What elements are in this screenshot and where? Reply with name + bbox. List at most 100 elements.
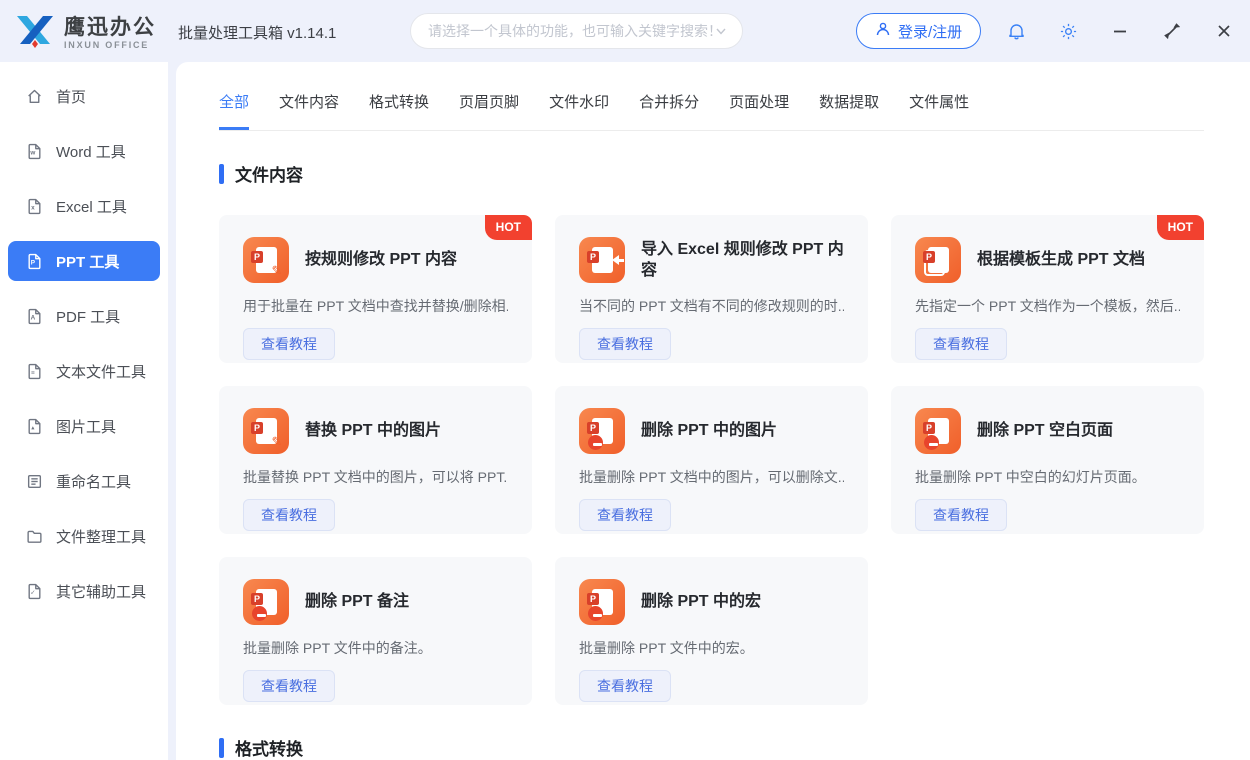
tab-8[interactable]: 文件属性: [909, 91, 969, 130]
tab-1[interactable]: 文件内容: [279, 91, 339, 130]
sidebar-item-label: 首页: [56, 86, 86, 107]
search-input[interactable]: [428, 23, 714, 39]
tool-card[interactable]: P✎替换 PPT 中的图片批量替换 PPT 文档中的图片，可以将 PPT...查…: [219, 386, 532, 534]
svg-text:A: A: [31, 314, 36, 321]
sidebar-item-ppt-doc[interactable]: PPPT 工具: [8, 241, 160, 281]
text-doc-icon: ≡: [26, 363, 43, 380]
svg-text:▴: ▴: [31, 424, 35, 431]
tool-card[interactable]: P 删除 PPT 空白页面批量删除 PPT 中空白的幻灯片页面。查看教程: [891, 386, 1204, 534]
sidebar-item-label: 其它辅助工具: [56, 581, 146, 602]
view-tutorial-button[interactable]: 查看教程: [579, 499, 671, 531]
sidebar-item-label: 文件整理工具: [56, 526, 146, 547]
settings-gear-icon[interactable]: [1056, 19, 1080, 43]
login-register-button[interactable]: 登录/注册: [856, 13, 981, 49]
image-doc-icon: ▴: [26, 418, 43, 435]
view-tutorial-button[interactable]: 查看教程: [915, 328, 1007, 360]
section-header: 格式转换: [219, 735, 1204, 760]
rename-icon: [26, 473, 43, 490]
folder-icon: [26, 528, 43, 545]
app-logo: 鹰迅办公 INXUN OFFICE: [14, 13, 156, 54]
excel-import-icon: P: [579, 237, 625, 283]
section-header: 文件内容: [219, 161, 1204, 186]
tab-7[interactable]: 数据提取: [819, 91, 879, 130]
tool-description: 批量删除 PPT 文件中的备注。: [243, 638, 508, 658]
sidebar-item-home[interactable]: 首页: [8, 76, 160, 116]
tool-card[interactable]: HOT P✎ 按规则修改 PPT 内容用于批量在 PPT 文档中查找并替换/删除相.…: [219, 215, 532, 363]
sidebar-item-label: 图片工具: [56, 416, 116, 437]
view-tutorial-button[interactable]: 查看教程: [243, 499, 335, 531]
minimize-button[interactable]: [1108, 19, 1132, 43]
pdf-doc-icon: A: [26, 308, 43, 325]
hot-badge: HOT: [485, 215, 532, 240]
section-accent-bar: [219, 164, 224, 184]
tab-3[interactable]: 页眉页脚: [459, 91, 519, 130]
sidebar-item-folder[interactable]: 文件整理工具: [8, 516, 160, 556]
svg-text:✓: ✓: [30, 589, 35, 596]
tool-title: 替换 PPT 中的图片: [305, 420, 441, 441]
sidebar-item-label: Excel 工具: [56, 196, 127, 217]
tool-card-grid: HOTP✎按规则修改 PPT 内容用于批量在 PPT 文档中查找并替换/删除相.…: [219, 215, 1204, 705]
tool-description: 当不同的 PPT 文档有不同的修改规则的时...: [579, 296, 844, 316]
main-panel: 全部文件内容格式转换页眉页脚文件水印合并拆分页面处理数据提取文件属性 文件内容H…: [176, 62, 1250, 760]
chevron-down-icon[interactable]: [714, 24, 728, 38]
sidebar-item-image-doc[interactable]: ▴ 图片工具: [8, 406, 160, 446]
tool-description: 先指定一个 PPT 文档作为一个模板，然后...: [915, 296, 1180, 316]
tool-card[interactable]: P导入 Excel 规则修改 PPT 内容当不同的 PPT 文档有不同的修改规则…: [555, 215, 868, 363]
ppt-delete-icon: P: [915, 408, 961, 454]
pencil-icon: ✎: [270, 435, 284, 449]
tab-6[interactable]: 页面处理: [729, 91, 789, 130]
svg-text:P: P: [31, 259, 36, 266]
tool-title: 删除 PPT 空白页面: [977, 420, 1113, 441]
minus-icon: [924, 435, 939, 450]
minus-icon: [588, 435, 603, 450]
tab-0[interactable]: 全部: [219, 91, 249, 130]
ppt-edit-icon: P✎: [243, 237, 289, 283]
sidebar-item-pdf-doc[interactable]: A PDF 工具: [8, 296, 160, 336]
svg-text:x: x: [31, 204, 35, 211]
tool-description: 批量替换 PPT 文档中的图片，可以将 PPT...: [243, 467, 508, 487]
tool-card[interactable]: P删除 PPT 中的宏批量删除 PPT 文件中的宏。查看教程: [555, 557, 868, 705]
brand-name: 鹰迅办公: [64, 17, 156, 39]
tool-card[interactable]: P删除 PPT 中的图片批量删除 PPT 文档中的图片，可以删除文...查看教程: [555, 386, 868, 534]
misc-doc-icon: ✓: [26, 583, 43, 600]
topbar: 鹰迅办公 INXUN OFFICE 批量处理工具箱 v1.14.1 登录/注册: [0, 0, 1250, 62]
tool-description: 批量删除 PPT 中空白的幻灯片页面。: [915, 467, 1180, 487]
sidebar-item-label: PDF 工具: [56, 306, 120, 327]
logo-x-icon: [14, 13, 56, 54]
section-accent-bar: [219, 738, 224, 758]
tool-card[interactable]: HOTP根据模板生成 PPT 文档先指定一个 PPT 文档作为一个模板，然后..…: [891, 215, 1204, 363]
svg-text:w: w: [29, 149, 35, 156]
minus-icon: [588, 606, 603, 621]
ppt-template-icon: P: [915, 237, 961, 283]
tool-title: 按规则修改 PPT 内容: [305, 249, 457, 270]
tab-4[interactable]: 文件水印: [549, 91, 609, 130]
sidebar-item-rename[interactable]: 重命名工具: [8, 461, 160, 501]
ppt-delete-icon: P: [579, 408, 625, 454]
search-box[interactable]: [410, 13, 743, 49]
sidebar-item-label: Word 工具: [56, 141, 126, 162]
tab-5[interactable]: 合并拆分: [639, 91, 699, 130]
tool-card[interactable]: P删除 PPT 备注批量删除 PPT 文件中的备注。查看教程: [219, 557, 532, 705]
sidebar-item-word-doc[interactable]: w Word 工具: [8, 131, 160, 171]
notification-bell-icon[interactable]: [1004, 19, 1028, 43]
word-doc-icon: w: [26, 143, 43, 160]
view-tutorial-button[interactable]: 查看教程: [915, 499, 1007, 531]
tab-2[interactable]: 格式转换: [369, 91, 429, 130]
sidebar-item-misc-doc[interactable]: ✓ 其它辅助工具: [8, 571, 160, 611]
category-tabs: 全部文件内容格式转换页眉页脚文件水印合并拆分页面处理数据提取文件属性: [219, 62, 1204, 131]
ppt-delete-icon: P: [579, 579, 625, 625]
view-tutorial-button[interactable]: 查看教程: [579, 328, 671, 360]
sidebar-item-excel-doc[interactable]: x Excel 工具: [8, 186, 160, 226]
view-tutorial-button[interactable]: 查看教程: [579, 670, 671, 702]
close-button[interactable]: [1212, 19, 1236, 43]
sidebar-item-text-doc[interactable]: ≡ 文本文件工具: [8, 351, 160, 391]
ppt-delete-icon: P: [243, 579, 289, 625]
view-tutorial-button[interactable]: 查看教程: [243, 670, 335, 702]
resize-button[interactable]: [1160, 19, 1184, 43]
tool-title: 删除 PPT 中的宏: [641, 591, 761, 612]
sidebar-item-label: 文本文件工具: [56, 361, 146, 382]
tool-description: 批量删除 PPT 文档中的图片，可以删除文...: [579, 467, 844, 487]
tool-description: 用于批量在 PPT 文档中查找并替换/删除相...: [243, 296, 508, 316]
excel-doc-icon: x: [26, 198, 43, 215]
view-tutorial-button[interactable]: 查看教程: [243, 328, 335, 360]
